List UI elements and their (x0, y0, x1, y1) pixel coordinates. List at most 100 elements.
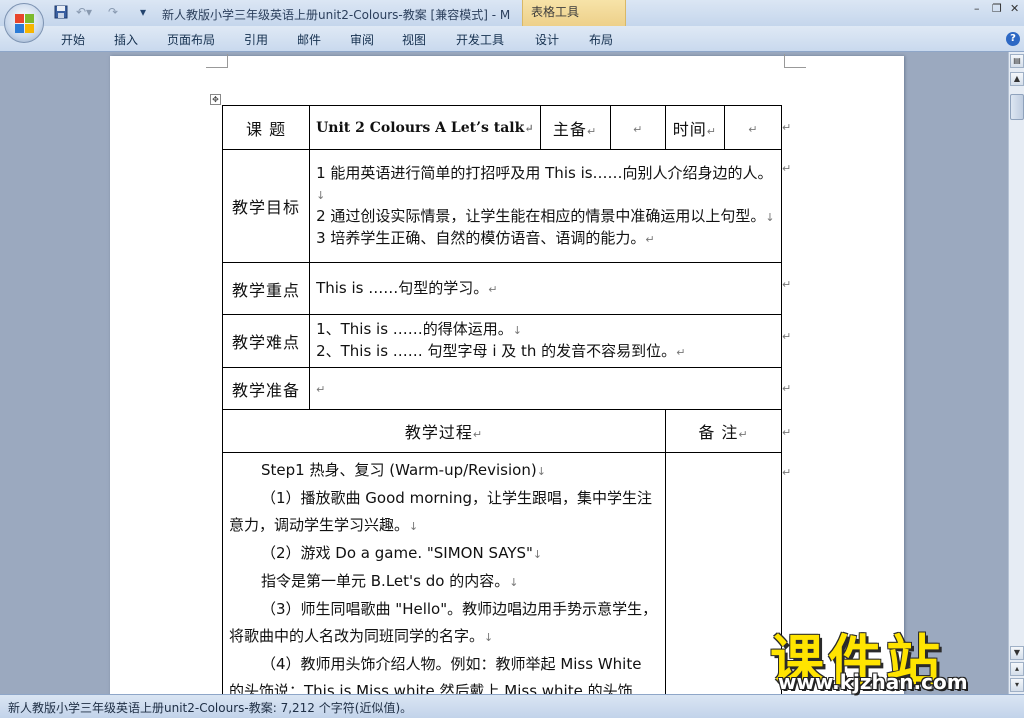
paragraph-mark: ↵ (488, 282, 498, 296)
quick-access-customize-icon[interactable]: ▾ (140, 5, 146, 19)
prepare-label-cell[interactable]: 教学准备 (221, 367, 311, 410)
redo-icon[interactable]: ↷ (108, 5, 118, 19)
document-page[interactable]: ✥ 课 题 Unit 2 Colours A Let’s talk↵ 主备↵ ↵… (110, 54, 904, 718)
office-button[interactable] (4, 3, 44, 43)
table-row: Step1 热身、复习 (Warm-up/Revision)↓ （1）播放歌曲 … (222, 452, 783, 718)
tab-home[interactable]: 开始 (61, 31, 85, 48)
process-line: （3）师生同唱歌曲 "Hello"。教师边唱边用手势示意学生，将歌曲中的人名改为… (229, 600, 658, 645)
difficult-line: 2、This is …… 句型字母 i 及 th 的发音不容易到位。↵ (316, 342, 686, 360)
undo-icon[interactable]: ↶▾ (76, 5, 92, 19)
next-page-icon[interactable]: ▾ (1010, 678, 1024, 692)
difficult-label-cell[interactable]: 教学难点 (221, 314, 311, 368)
table-row: 教学准备 ↵ (221, 367, 782, 410)
row-end-mark: ↵ (782, 466, 792, 479)
close-button[interactable]: ✕ (1010, 2, 1019, 15)
paragraph-mark: ↵ (748, 122, 758, 136)
table-row: 课 题 Unit 2 Colours A Let’s talk↵ 主备↵ ↵ 时… (221, 105, 783, 150)
tab-references[interactable]: 引用 (244, 31, 268, 48)
ribbon-tabs: 开始 插入 页面布局 引用 邮件 审阅 视图 开发工具 设计 布局 (0, 26, 1024, 52)
line-break-mark: ↓ (765, 210, 775, 224)
notes-cell[interactable] (664, 452, 783, 718)
line-break-mark: ↓ (536, 465, 546, 478)
lesson-table: 课 题 Unit 2 Colours A Let’s talk↵ 主备↵ ↵ 时… (221, 105, 783, 718)
goal-line: 2 通过创设实际情景，让学生能在相应的情景中准确运用以上句型。↓ (316, 206, 775, 225)
key-label: 教学重点 (232, 280, 301, 300)
paragraph-mark: ↵ (738, 428, 749, 441)
time-label: 时间 (672, 119, 707, 139)
scroll-down-icon[interactable]: ▼ (1010, 646, 1024, 660)
restore-button[interactable]: ❐ (992, 2, 1002, 15)
prep-value-cell[interactable]: ↵ (609, 105, 666, 150)
goals-label: 教学目标 (232, 198, 301, 217)
tab-insert[interactable]: 插入 (114, 31, 138, 48)
prepare-cell[interactable]: ↵ (309, 367, 782, 410)
tab-review[interactable]: 审阅 (350, 31, 374, 48)
prep-label-cell[interactable]: 主备↵ (539, 105, 611, 150)
prepare-label: 教学准备 (232, 380, 301, 400)
watermark-url: www.kjzhan.com (778, 670, 968, 694)
context-tab-label: 表格工具 (531, 5, 580, 19)
row-end-mark: ↵ (782, 426, 792, 439)
table-row: 教学过程↵ 备 注↵ (222, 409, 783, 453)
watermark-logo: 课件站 www.kjzhan.com (770, 616, 1010, 694)
process-line: 指令是第一单元 B.Let's do 的内容。↓ (261, 572, 519, 590)
row-end-mark: ↵ (782, 330, 792, 343)
row-end-mark: ↵ (782, 121, 792, 134)
tab-layout[interactable]: 布局 (589, 31, 613, 48)
process-line: Step1 热身、复习 (Warm-up/Revision)↓ (261, 461, 546, 479)
table-row: 教学重点 This is ……句型的学习。↵ (221, 262, 782, 315)
help-icon[interactable]: ? (1006, 32, 1020, 46)
time-label-cell[interactable]: 时间↵ (664, 105, 725, 150)
goal-line: 1 能用英语进行简单的打招呼及用 This is……向别人介绍身边的人。↓ (316, 163, 773, 202)
key-label-cell[interactable]: 教学重点 (221, 262, 311, 315)
notes-label: 备 注 (698, 423, 739, 442)
row-end-mark: ↵ (782, 278, 792, 291)
ruler-toggle-icon[interactable]: ▤ (1010, 54, 1024, 68)
margin-corner-mark (784, 54, 806, 68)
line-break-mark: ↓ (512, 324, 522, 337)
goals-label-cell[interactable]: 教学目标 (221, 149, 311, 263)
notes-header-cell[interactable]: 备 注↵ (664, 409, 783, 453)
word-window: ↶▾ ↷ ▾ 新人教版小学三年级英语上册unit2-Colours-教案 [兼容… (0, 0, 1024, 718)
topic-value: Unit 2 Colours A Let’s talk (316, 119, 525, 136)
prep-label: 主备 (552, 119, 587, 139)
topic-label-cell[interactable]: 课 题 (221, 105, 311, 150)
tab-page-layout[interactable]: 页面布局 (167, 31, 215, 48)
key-cell[interactable]: This is ……句型的学习。↵ (309, 262, 782, 315)
goal-line: 3 培养学生正确、自然的模仿语音、语调的能力。↵ (316, 228, 655, 247)
process-header-cell[interactable]: 教学过程↵ (222, 409, 666, 453)
line-break-mark: ↓ (509, 576, 519, 589)
difficult-line: 1、This is ……的得体运用。↓ (316, 320, 522, 338)
table-row: 教学难点 1、This is ……的得体运用。↓ 2、This is …… 句型… (221, 314, 782, 368)
tab-developer[interactable]: 开发工具 (456, 31, 504, 48)
previous-page-icon[interactable]: ▴ (1010, 662, 1024, 676)
line-break-mark: ↓ (532, 548, 543, 561)
row-end-mark: ↵ (782, 382, 792, 395)
scroll-up-icon[interactable]: ▲ (1010, 72, 1024, 86)
key-value: This is ……句型的学习。 (316, 278, 489, 297)
tab-design[interactable]: 设计 (535, 31, 559, 48)
window-title: 新人教版小学三年级英语上册unit2-Colours-教案 [兼容模式] - M (162, 8, 511, 22)
scroll-thumb[interactable] (1010, 94, 1024, 120)
paragraph-mark: ↵ (676, 346, 686, 359)
tab-mailings[interactable]: 邮件 (297, 31, 321, 48)
time-value-cell[interactable]: ↵ (723, 105, 783, 150)
tab-view[interactable]: 视图 (402, 31, 426, 48)
goals-cell[interactable]: 1 能用英语进行简单的打招呼及用 This is……向别人介绍身边的人。↓ 2 … (309, 149, 782, 263)
table-tools-context-tab: 表格工具 (522, 0, 626, 26)
paragraph-mark: ↵ (706, 124, 717, 138)
topic-value-cell[interactable]: Unit 2 Colours A Let’s talk↵ (309, 105, 541, 150)
process-line: （1）播放歌曲 Good morning，让学生跟唱，集中学生注意力，调动学生学… (229, 489, 652, 534)
status-bar: 新人教版小学三年级英语上册unit2-Colours-教案: 7,212 个字符… (0, 694, 1024, 718)
vertical-scrollbar[interactable]: ▤ ▲ ▼ ▴ ▾ (1008, 52, 1024, 694)
line-break-mark: ↓ (409, 520, 419, 533)
table-move-handle-icon[interactable]: ✥ (210, 94, 221, 105)
margin-corner-mark (206, 54, 228, 68)
process-cell[interactable]: Step1 热身、复习 (Warm-up/Revision)↓ （1）播放歌曲 … (222, 452, 666, 718)
save-icon[interactable] (54, 5, 68, 22)
difficult-cell[interactable]: 1、This is ……的得体运用。↓ 2、This is …… 句型字母 i … (309, 314, 782, 368)
minimize-button[interactable]: – (974, 2, 980, 15)
process-line: （2）游戏 Do a game. "SIMON SAYS"↓ (261, 544, 543, 562)
title-bar: ↶▾ ↷ ▾ 新人教版小学三年级英语上册unit2-Colours-教案 [兼容… (0, 0, 1024, 26)
row-end-mark: ↵ (782, 162, 792, 175)
